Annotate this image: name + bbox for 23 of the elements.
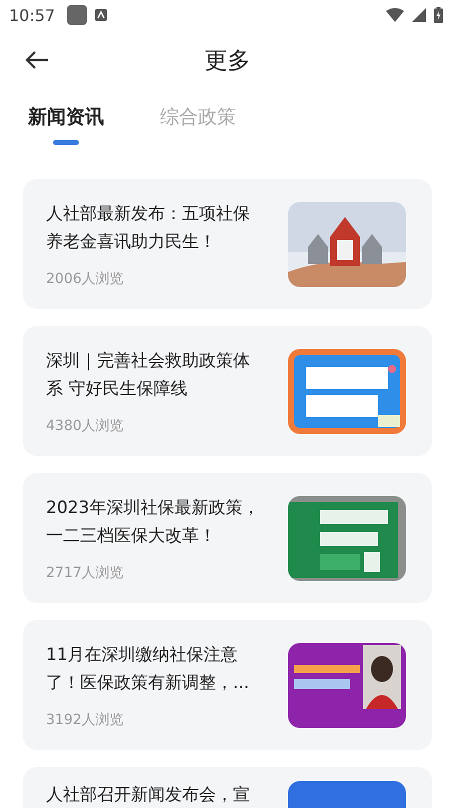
view-count: 2006人浏览: [46, 270, 125, 288]
article-title: 11月在深圳缴纳社保注意了！医保政策有新调整，...: [46, 644, 250, 695]
article-title: 人社部召开新闻发布会，宣: [46, 784, 251, 807]
article-card[interactable]: 深圳｜完善社会救助政策体系 守好民生保障线 4380人浏览: [23, 326, 432, 456]
article-card[interactable]: 人社部召开新闻发布会，宣: [23, 767, 432, 808]
view-count: 2717人浏览: [46, 564, 125, 582]
article-title: 深圳｜完善社会救助政策体系 守好民生保障线: [46, 350, 251, 401]
view-count: 3192人浏览: [46, 711, 125, 729]
back-button[interactable]: [25, 51, 49, 69]
article-card[interactable]: 人社部最新发布：五项社保养老金喜讯助力民生！ 2006人浏览: [23, 179, 432, 309]
status-time: 10:57: [9, 6, 56, 24]
article-card[interactable]: 2023年深圳社保最新政策，一二三档医保大改革！ 2717人浏览: [23, 473, 432, 603]
article-card[interactable]: 11月在深圳缴纳社保注意了！医保政策有新调整，... 3192人浏览: [23, 620, 432, 750]
tab[interactable]: 新闻资讯: [28, 103, 104, 145]
view-count: 4380人浏览: [46, 417, 125, 435]
article-title: 2023年深圳社保最新政策，一二三档医保大改革！: [46, 497, 260, 548]
page-title: 更多: [204, 46, 250, 76]
signal-icon: [412, 8, 426, 22]
article-title: 人社部最新发布：五项社保养老金喜讯助力民生！: [46, 203, 251, 254]
battery-charging-icon: [434, 7, 443, 23]
wifi-icon: [386, 8, 404, 22]
back-arrow-icon: [25, 51, 49, 69]
app-notification-icon: [67, 5, 88, 25]
